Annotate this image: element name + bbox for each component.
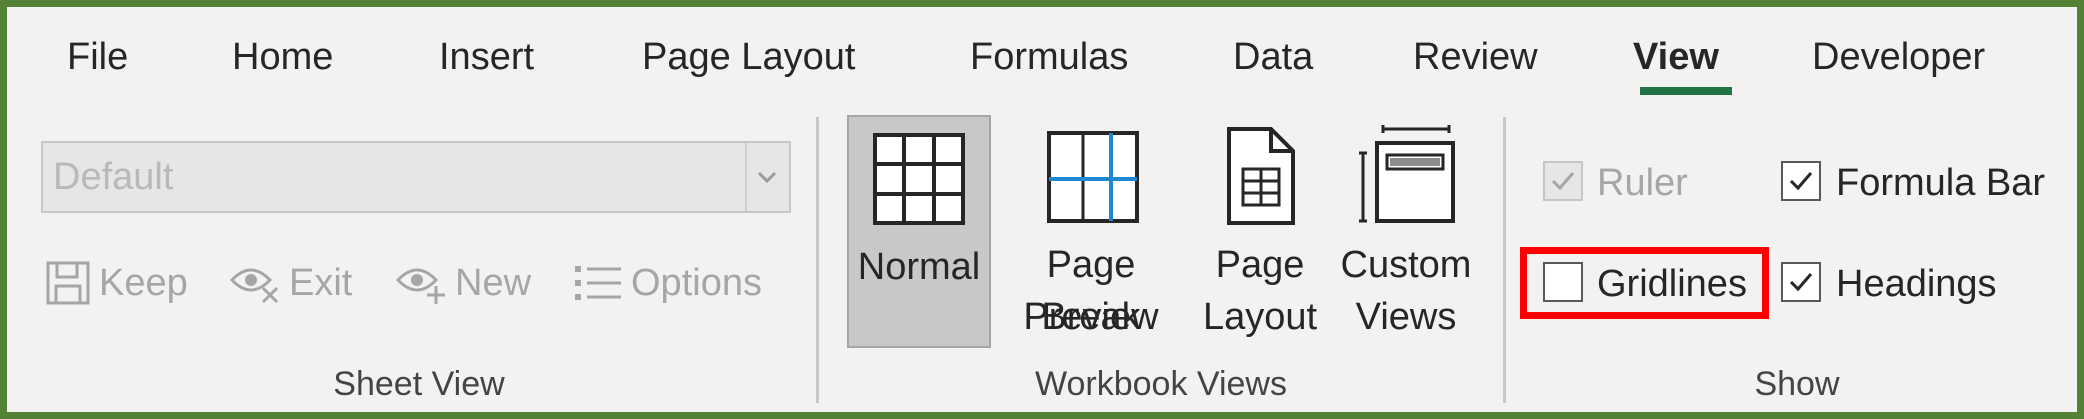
tab-home[interactable]: Home	[232, 31, 333, 83]
keep-button[interactable]: Keep	[45, 255, 188, 311]
tab-insert[interactable]: Insert	[439, 31, 534, 83]
save-icon	[46, 261, 90, 305]
workbook-views-group-label: Workbook Views	[1035, 365, 1287, 403]
keep-label: Keep	[99, 261, 188, 304]
sheet-view-dropdown[interactable]: Default	[41, 141, 791, 213]
eye-x-icon	[229, 268, 279, 304]
page-break-preview-button[interactable]: Page Break Preview	[995, 115, 1187, 348]
active-tab-indicator	[1640, 87, 1732, 95]
custom-views-label-line2: Views	[1355, 296, 1457, 338]
page-layout-icon	[1227, 127, 1295, 225]
page-break-icon	[1047, 131, 1139, 223]
chevron-down-icon	[745, 143, 789, 211]
normal-view-button[interactable]: Normal	[847, 115, 991, 348]
tab-view[interactable]: View	[1633, 31, 1719, 83]
tab-review[interactable]: Review	[1413, 31, 1538, 83]
tab-file[interactable]: File	[67, 31, 128, 83]
group-divider	[816, 117, 819, 403]
custom-views-label-line1: Custom	[1340, 244, 1472, 286]
headings-label: Headings	[1836, 263, 1997, 305]
normal-grid-icon	[873, 133, 965, 225]
headings-checkbox[interactable]	[1781, 262, 1821, 302]
tab-page-layout[interactable]: Page Layout	[642, 31, 855, 83]
checkmark-icon	[1789, 273, 1813, 292]
custom-views-icon	[1359, 125, 1455, 223]
custom-views-button[interactable]: Custom Views	[1333, 115, 1479, 348]
normal-view-label: Normal	[857, 246, 981, 288]
formula-bar-checkbox[interactable]	[1781, 161, 1821, 201]
page-layout-view-button[interactable]: Page Layout	[1193, 115, 1327, 348]
sheet-view-dropdown-value: Default	[53, 156, 174, 198]
options-button[interactable]: Options	[573, 255, 762, 311]
page-break-label-line2: Preview	[1023, 296, 1159, 338]
new-label: New	[455, 261, 532, 304]
checkmark-icon	[1789, 172, 1813, 191]
gridlines-highlight-box	[1520, 247, 1769, 319]
tab-developer[interactable]: Developer	[1812, 31, 1985, 83]
ruler-checkbox[interactable]	[1543, 161, 1583, 201]
formula-bar-label: Formula Bar	[1836, 162, 2046, 204]
group-divider	[1503, 117, 1506, 403]
tab-data[interactable]: Data	[1233, 31, 1313, 83]
show-group-label: Show	[1754, 365, 1840, 403]
new-button[interactable]: New	[395, 255, 531, 311]
tab-formulas[interactable]: Formulas	[970, 31, 1128, 83]
list-icon	[575, 266, 621, 300]
ribbon-frame: File Home Insert Page Layout Formulas Da…	[0, 0, 2084, 419]
eye-plus-icon	[395, 268, 445, 304]
checkmark-icon	[1551, 172, 1575, 191]
sheet-view-group-label: Sheet View	[333, 365, 505, 403]
page-layout-label-line2: Layout	[1202, 296, 1318, 338]
exit-button[interactable]: Exit	[229, 255, 352, 311]
ruler-label: Ruler	[1597, 162, 1688, 204]
page-layout-label-line1: Page	[1215, 244, 1305, 286]
exit-label: Exit	[289, 261, 353, 304]
options-label: Options	[631, 261, 762, 304]
